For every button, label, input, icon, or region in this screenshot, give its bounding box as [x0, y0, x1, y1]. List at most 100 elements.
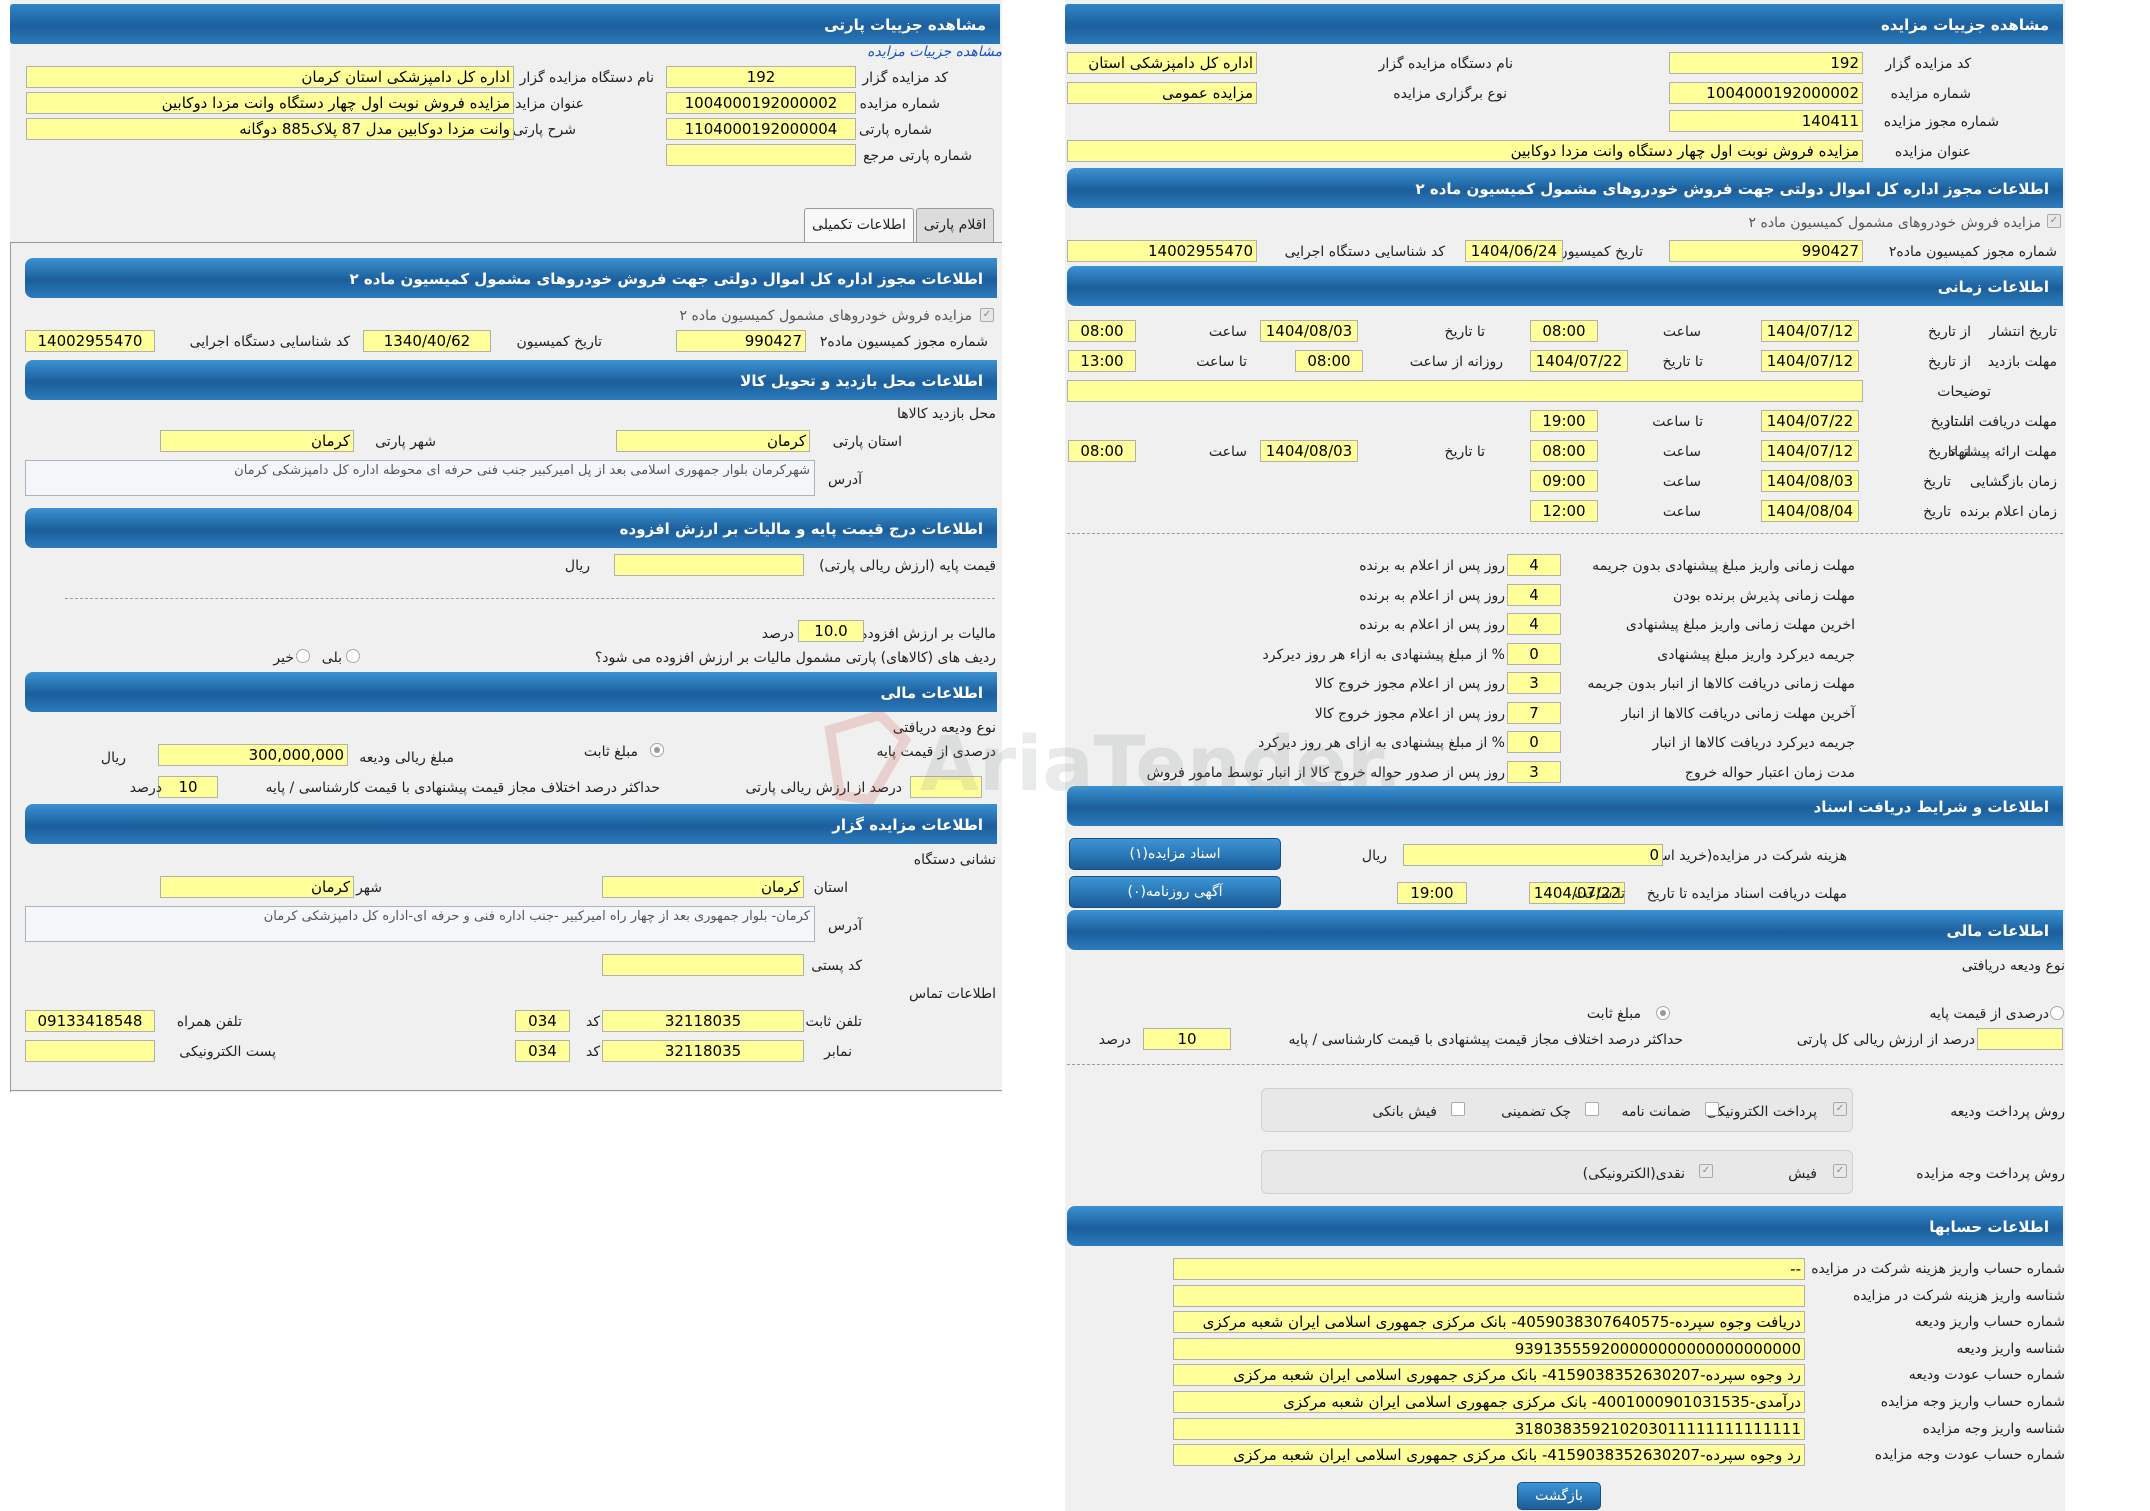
- fax-code-field[interactable]: 034: [515, 1040, 570, 1062]
- deposit-method-checkbox[interactable]: ✓: [1833, 1102, 1847, 1116]
- publish-to-date[interactable]: 1404/08/03: [1260, 320, 1358, 342]
- party-no-field[interactable]: 1104000192000004: [666, 118, 856, 140]
- deadline-value[interactable]: 4: [1507, 613, 1561, 635]
- account-value[interactable]: [1173, 1284, 1805, 1307]
- deadline-value[interactable]: 4: [1507, 554, 1561, 576]
- right-percent-total-field[interactable]: [1977, 1028, 2063, 1050]
- r-title-field[interactable]: مزایده فروش نوبت اول چهار دستگاه وانت مز…: [1067, 140, 1863, 162]
- auction-no-field[interactable]: 1004000192000002: [666, 92, 856, 114]
- left-max-diff-field[interactable]: 10: [158, 776, 218, 798]
- phone-field[interactable]: 32118035: [602, 1010, 804, 1032]
- docs-to-date[interactable]: 1404/07/22: [1761, 410, 1859, 432]
- auction-code-field[interactable]: 192: [666, 66, 856, 88]
- base-price-rial: ریال: [564, 558, 590, 574]
- vat-field[interactable]: 10.0: [798, 620, 864, 642]
- offer-to-time[interactable]: 08:00: [1068, 440, 1136, 462]
- account-value[interactable]: درآمدی-4001000901031535- بانک مرکزی جمهو…: [1173, 1391, 1805, 1413]
- visit-city-label: شهر پارتی: [375, 434, 436, 450]
- deadline-value[interactable]: 3: [1507, 760, 1561, 783]
- visit-address-field[interactable]: شهرکرمان بلوار جمهوری اسلامی بعد از پل ا…: [25, 460, 815, 496]
- payment-method-checkbox[interactable]: ✓: [1699, 1164, 1713, 1178]
- opening-time[interactable]: 09:00: [1530, 470, 1598, 492]
- account-value[interactable]: 939135559200000000000000000000: [1173, 1337, 1805, 1360]
- right-deposit-type-label: نوع ودیعه دریافتی: [1961, 958, 2065, 974]
- left-commission-no-field[interactable]: 990427: [676, 330, 806, 352]
- right-max-diff-field[interactable]: 10: [1143, 1028, 1231, 1050]
- auction-docs-button[interactable]: اسناد مزایده(۱): [1069, 838, 1281, 870]
- fax-field[interactable]: 32118035: [602, 1040, 804, 1062]
- account-label: شماره حساب واریز وجه مزایده: [1880, 1394, 2065, 1410]
- right-commission-no-field[interactable]: 990427: [1669, 240, 1863, 262]
- left-percent-party-field[interactable]: [910, 776, 982, 798]
- tab-extra-info[interactable]: اطلاعات تکمیلی: [804, 208, 914, 242]
- deadline-value[interactable]: 3: [1507, 672, 1561, 694]
- party-desc-field[interactable]: وانت مزدا دوکابین مدل 87 پلاک885 دوگانه: [26, 118, 514, 140]
- docs-to-time-label: تا ساعت: [1652, 414, 1703, 430]
- visit-province-field[interactable]: کرمان: [616, 430, 810, 452]
- mobile-field[interactable]: 09133418548: [25, 1010, 155, 1032]
- account-value[interactable]: --: [1173, 1258, 1805, 1280]
- vat-yes-radio[interactable]: [346, 649, 360, 663]
- doc-fee-field[interactable]: 0: [1403, 844, 1663, 866]
- offer-from-date[interactable]: 1404/07/12: [1761, 440, 1859, 462]
- deadline-value[interactable]: 4: [1507, 583, 1561, 606]
- doc-deadline-time-label: تا ساعت: [1574, 886, 1625, 902]
- email-field[interactable]: [25, 1040, 155, 1062]
- payment-method-checkbox[interactable]: ✓: [1833, 1164, 1847, 1178]
- deposit-method-checkbox[interactable]: [1705, 1102, 1719, 1116]
- org-name-field[interactable]: اداره کل دامپزشکی استان کرمان: [26, 66, 514, 88]
- right-commission-date-field[interactable]: 1404/06/24: [1465, 240, 1563, 262]
- winner-date[interactable]: 1404/08/04: [1761, 500, 1859, 522]
- ref-party-field[interactable]: [666, 144, 856, 166]
- vat-no-radio[interactable]: [296, 649, 310, 663]
- doc-deadline-time[interactable]: 19:00: [1397, 882, 1467, 904]
- docs-to-time[interactable]: 19:00: [1530, 410, 1598, 432]
- org-province-field[interactable]: کرمان: [602, 876, 804, 898]
- account-value[interactable]: رد وجوه سپرده-4159038352630207- بانک مرک…: [1173, 1444, 1805, 1467]
- r-type-field[interactable]: مزایده عمومی: [1067, 82, 1257, 104]
- winner-time[interactable]: 12:00: [1530, 500, 1598, 522]
- r-org-field[interactable]: اداره کل دامپزشکی استان: [1067, 52, 1257, 74]
- left-deposit-amount-field[interactable]: 300,000,000: [158, 744, 348, 766]
- deadline-value[interactable]: 7: [1507, 701, 1561, 724]
- org-city-field[interactable]: کرمان: [160, 876, 354, 898]
- r-code-field[interactable]: 192: [1669, 52, 1863, 74]
- deadline-value[interactable]: 0: [1507, 731, 1561, 753]
- offer-from-time[interactable]: 08:00: [1530, 440, 1598, 462]
- org-address-field[interactable]: کرمان- بلوار جمهوری بعد از چهار راه امیر…: [25, 906, 815, 942]
- account-value[interactable]: رد وجوه سپرده-4159038352630207- بانک مرک…: [1173, 1364, 1805, 1387]
- newspaper-ads-button[interactable]: آگهی روزنامه(۰): [1069, 876, 1281, 908]
- account-value[interactable]: 318038359210203011111111111111: [1173, 1417, 1805, 1440]
- offer-to-date[interactable]: 1404/08/03: [1260, 440, 1358, 462]
- tab-party-items[interactable]: اقلام پارتی: [916, 208, 994, 242]
- auction-title-field[interactable]: مزایده فروش نوبت اول چهار دستگاه وانت مز…: [26, 92, 514, 114]
- visit-to-date[interactable]: 1404/07/22: [1530, 350, 1628, 372]
- visit-from-date[interactable]: 1404/07/12: [1761, 350, 1859, 372]
- party-desc-label: شرح پارتی: [512, 122, 576, 138]
- visit-daily-to[interactable]: 13:00: [1068, 350, 1136, 372]
- publish-from-date[interactable]: 1404/07/12: [1761, 320, 1859, 342]
- opening-date[interactable]: 1404/08/03: [1761, 470, 1859, 492]
- left-fixed-radio[interactable]: [650, 743, 664, 757]
- deposit-method-checkbox[interactable]: [1451, 1102, 1465, 1116]
- right-percent-base-radio[interactable]: [2050, 1006, 2064, 1020]
- back-button[interactable]: بازگشت: [1517, 1482, 1601, 1510]
- publish-to-time[interactable]: 08:00: [1068, 320, 1136, 342]
- r-permit-no-field[interactable]: 140411: [1669, 110, 1863, 132]
- phone-code-field[interactable]: 034: [515, 1010, 570, 1032]
- r-auction-no-field[interactable]: 1004000192000002: [1669, 82, 1863, 104]
- publish-from-time[interactable]: 08:00: [1530, 320, 1598, 342]
- base-price-field[interactable]: [614, 554, 804, 576]
- deadline-value[interactable]: 0: [1507, 642, 1561, 665]
- right-exec-id-field[interactable]: 14002955470: [1067, 240, 1257, 262]
- right-fixed-radio[interactable]: [1656, 1006, 1670, 1020]
- postal-field[interactable]: [602, 954, 804, 976]
- notes-field[interactable]: [1067, 380, 1863, 402]
- account-value[interactable]: دریافت وجوه سپرده-4059038307640575- بانک…: [1173, 1311, 1805, 1334]
- left-exec-id-field[interactable]: 14002955470: [25, 330, 155, 352]
- visit-city-field[interactable]: کرمان: [160, 430, 354, 452]
- visit-daily-from[interactable]: 08:00: [1295, 350, 1363, 372]
- left-commission-date-field[interactable]: 1340/40/62: [363, 330, 491, 352]
- auction-details-link[interactable]: مشاهده جزییات مزایده: [867, 44, 1002, 60]
- deposit-method-checkbox[interactable]: [1585, 1102, 1599, 1116]
